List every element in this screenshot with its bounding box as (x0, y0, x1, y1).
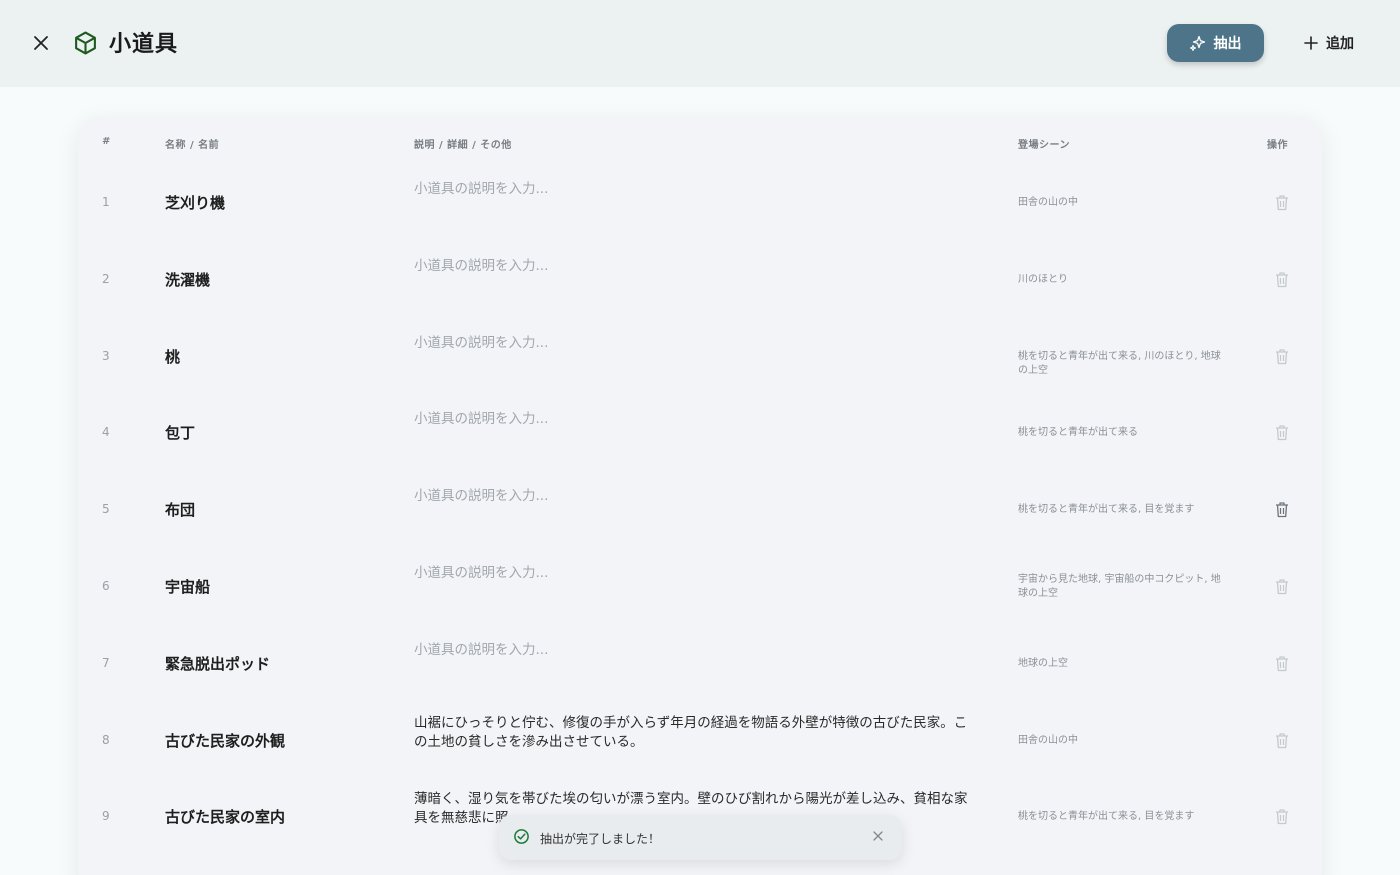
prop-scenes: 桃を切ると青年が出て来る (1018, 427, 1138, 439)
prop-name[interactable]: 古びた民家の室内 (165, 806, 285, 827)
trash-icon[interactable] (1274, 732, 1290, 749)
prop-description[interactable]: 小道具の説明を入力... (414, 487, 979, 506)
prop-scenes: 地球の上空 (1018, 657, 1068, 669)
column-header-name: 名称 / 名前 (165, 140, 220, 151)
row-number: 4 (102, 425, 110, 440)
column-header-number: # (102, 136, 111, 147)
prop-description[interactable]: 小道具の説明を入力... (414, 180, 979, 199)
prop-scenes: 川のほとり (1018, 273, 1068, 285)
extract-button-label: 抽出 (1213, 36, 1242, 52)
prop-description[interactable]: 小道具の説明を入力... (414, 641, 979, 660)
row-number: 9 (102, 809, 110, 824)
prop-scenes: 宇宙から見た地球, 宇宙船の中コクピット, 地球の上空 (1018, 574, 1221, 599)
prop-description[interactable]: 小道具の説明を入力... (414, 410, 979, 429)
trash-icon[interactable] (1274, 578, 1290, 595)
table-row: 5 布団 小道具の説明を入力... 桃を切ると青年が出て来る, 目を覚ます (78, 471, 1322, 548)
toast-close-icon[interactable] (871, 829, 885, 843)
table-row: 6 宇宙船 小道具の説明を入力... 宇宙から見た地球, 宇宙船の中コクピット, 地球… (78, 548, 1322, 625)
prop-name[interactable]: 宇宙船 (165, 576, 210, 597)
cube-icon (75, 31, 96, 55)
trash-icon[interactable] (1274, 271, 1290, 288)
prop-name[interactable]: 洗濯機 (165, 269, 210, 290)
column-header-scene: 登場シーン (1018, 140, 1070, 151)
sparkle-icon (1189, 35, 1205, 51)
check-circle-icon (514, 829, 529, 844)
toast-message: 抽出が完了しました！ (540, 832, 661, 846)
prop-scenes: 田舎の山の中 (1018, 197, 1078, 208)
table-row: 1 芝刈り機 小道具の説明を入力... 田舎の山の中 (78, 164, 1322, 241)
column-header-description: 説明 / 詳細 / その他 (414, 140, 512, 151)
trash-icon[interactable] (1274, 424, 1290, 441)
plus-icon (1304, 36, 1318, 50)
row-number: 8 (102, 732, 110, 747)
prop-scenes: 桃を切ると青年が出て来る, 目を覚ます (1018, 811, 1195, 823)
prop-description[interactable]: 山裾にひっそりと佇む、修復の手が入らず年月の経過を物語る外壁が特徴の古びた民家。… (414, 714, 979, 752)
prop-name[interactable]: 包丁 (165, 422, 195, 443)
table-row: 2 洗濯機 小道具の説明を入力... 川のほとり (78, 241, 1322, 318)
prop-scenes: 田舎の山の中 (1018, 734, 1078, 746)
column-header-actions: 操作 (1267, 140, 1288, 151)
trash-icon[interactable] (1274, 808, 1290, 825)
table-header: # 名称 / 名前 説明 / 詳細 / その他 登場シーン 操作 (78, 117, 1322, 165)
prop-scenes: 桃を切ると青年が出て来る, 目を覚ます (1018, 504, 1195, 516)
prop-name[interactable]: 芝刈り機 (165, 192, 225, 213)
row-number: 1 (102, 195, 110, 209)
trash-icon[interactable] (1274, 348, 1290, 365)
extract-button[interactable]: 抽出 (1167, 24, 1264, 62)
prop-name[interactable]: 古びた民家の外観 (165, 730, 285, 751)
prop-description[interactable]: 小道具の説明を入力... (414, 334, 979, 353)
close-button[interactable] (28, 30, 54, 56)
prop-description[interactable]: 小道具の説明を入力... (414, 564, 979, 583)
row-number: 7 (102, 655, 110, 670)
header-bar: 小道具 抽出 追加 (0, 0, 1400, 87)
table-row: 4 包丁 小道具の説明を入力... 桃を切ると青年が出て来る (78, 394, 1322, 471)
prop-name[interactable]: 緊急脱出ポッド (165, 653, 270, 674)
page-title: 小道具 (109, 32, 179, 57)
trash-icon[interactable] (1274, 501, 1290, 518)
prop-description[interactable]: 小道具の説明を入力... (414, 257, 979, 276)
add-button-label: 追加 (1326, 36, 1354, 52)
row-number: 3 (102, 348, 110, 363)
table-row: 3 桃 小道具の説明を入力... 桃を切ると青年が出て来る, 川のほとり, 地球の上空 (78, 318, 1322, 395)
prop-name[interactable]: 布団 (165, 499, 195, 520)
prop-scenes: 桃を切ると青年が出て来る, 川のほとり, 地球の上空 (1018, 350, 1221, 376)
trash-icon[interactable] (1274, 194, 1290, 211)
row-number: 6 (102, 579, 110, 593)
table-row: 7 緊急脱出ポッド 小道具の説明を入力... 地球の上空 (78, 625, 1322, 702)
prop-name[interactable]: 桃 (165, 346, 180, 367)
add-button[interactable]: 追加 (1298, 24, 1360, 62)
row-number: 5 (102, 502, 110, 517)
row-number: 2 (102, 271, 110, 286)
trash-icon[interactable] (1274, 655, 1290, 672)
table-row: 8 古びた民家の外観 山裾にひっそりと佇む、修復の手が入らず年月の経過を物語る外壁が… (78, 702, 1322, 779)
close-icon (34, 36, 48, 50)
toast-notification: 抽出が完了しました！ (499, 815, 902, 860)
props-table: # 名称 / 名前 説明 / 詳細 / その他 登場シーン 操作 1 芝刈り機 小道… (78, 117, 1322, 875)
